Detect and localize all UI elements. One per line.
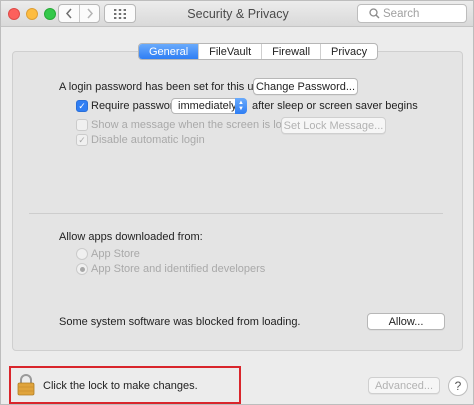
radio-app-store-identified[interactable] (76, 263, 88, 275)
close-window-button[interactable] (8, 8, 20, 20)
show-all-button[interactable] (104, 4, 136, 23)
help-button[interactable]: ? (448, 376, 468, 396)
radio-app-store-identified-label: App Store and identified developers (91, 263, 266, 275)
radio-app-store-label: App Store (91, 248, 140, 260)
chevron-left-icon (65, 8, 72, 19)
tab-filevault[interactable]: FileVault (198, 44, 261, 59)
lock-text: Click the lock to make changes. (43, 380, 198, 392)
lock-icon (17, 374, 35, 396)
change-password-button[interactable]: Change Password... (253, 78, 358, 95)
allow-button[interactable]: Allow... (367, 313, 445, 330)
minimize-window-button[interactable] (26, 8, 38, 20)
show-message-checkbox[interactable] (76, 119, 88, 131)
disable-automatic-login-label: Disable automatic login (91, 134, 205, 146)
security-privacy-window: Security & Privacy Search General FileVa… (0, 0, 474, 405)
tab-general[interactable]: General (139, 44, 199, 59)
allow-apps-heading: Allow apps downloaded from: (59, 231, 203, 243)
lock-button[interactable] (17, 374, 35, 399)
radio-app-store[interactable] (76, 248, 88, 260)
search-field[interactable]: Search (357, 4, 467, 23)
disable-automatic-login-checkbox[interactable]: ✓ (76, 134, 88, 146)
window-title: Security & Privacy (187, 7, 289, 21)
blocked-software-text: Some system software was blocked from lo… (59, 316, 301, 328)
popup-stepper-icon: ▲ ▼ (235, 98, 247, 114)
section-divider (29, 213, 443, 214)
require-password-suffix: after sleep or screen saver begins (252, 100, 418, 112)
login-password-text: A login password has been set for this u… (59, 81, 269, 93)
search-icon (369, 8, 380, 19)
chevron-right-icon (86, 8, 93, 19)
title-bar: Security & Privacy Search (1, 1, 473, 27)
tab-firewall[interactable]: Firewall (261, 44, 320, 59)
tab-privacy[interactable]: Privacy (320, 44, 377, 59)
grid-icon (114, 8, 126, 19)
show-message-label: Show a message when the screen is locked (91, 119, 306, 131)
general-panel (12, 51, 463, 351)
set-lock-message-button[interactable]: Set Lock Message... (281, 117, 386, 134)
forward-button[interactable] (79, 5, 99, 22)
delay-value: immediately (178, 100, 237, 112)
advanced-button[interactable]: Advanced... (368, 377, 440, 394)
require-password-checkbox[interactable]: ✓ (76, 100, 88, 112)
search-placeholder: Search (383, 7, 420, 20)
zoom-window-button[interactable] (44, 8, 56, 20)
require-password-delay-popup[interactable]: immediately ▲ ▼ (171, 98, 247, 114)
tab-bar: General FileVault Firewall Privacy (138, 43, 379, 60)
navigation-buttons (58, 4, 100, 23)
back-button[interactable] (59, 5, 79, 22)
require-password-label: Require password (91, 100, 180, 112)
